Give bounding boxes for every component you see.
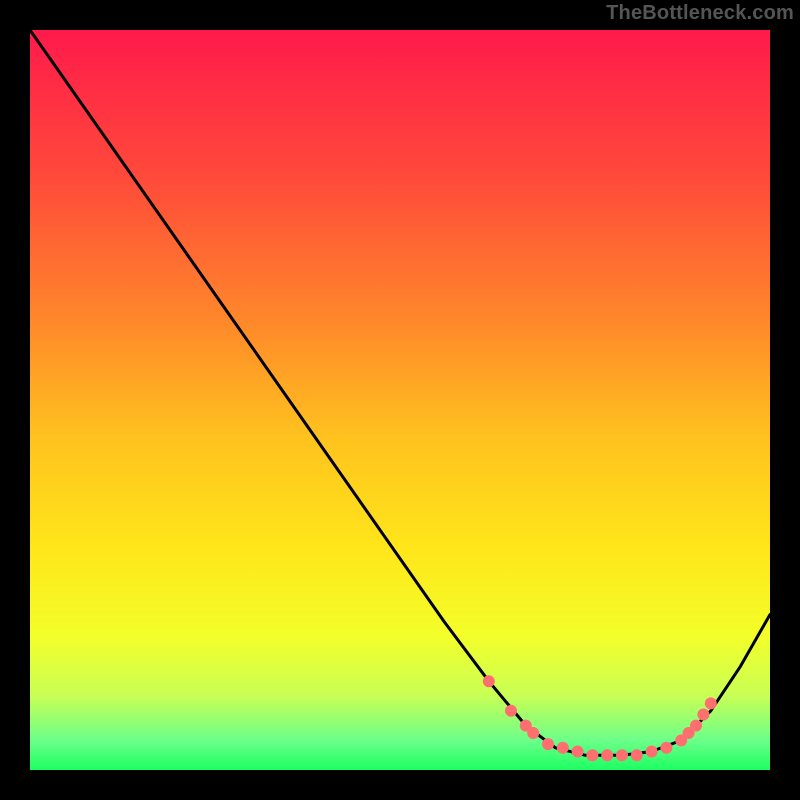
gradient-background — [30, 30, 770, 770]
data-marker — [601, 749, 613, 761]
data-marker — [697, 709, 709, 721]
chart-frame: TheBottleneck.com — [0, 0, 800, 800]
watermark-label: TheBottleneck.com — [606, 2, 794, 25]
data-marker — [646, 746, 658, 758]
data-marker — [660, 742, 672, 754]
data-marker — [572, 746, 584, 758]
data-marker — [631, 749, 643, 761]
data-marker — [505, 705, 517, 717]
data-marker — [483, 675, 495, 687]
data-marker — [557, 742, 569, 754]
data-marker — [616, 749, 628, 761]
chart-svg — [30, 30, 770, 770]
data-marker — [527, 727, 539, 739]
plot-area — [30, 30, 770, 770]
data-marker — [586, 749, 598, 761]
data-marker — [705, 697, 717, 709]
data-marker — [690, 720, 702, 732]
data-marker — [542, 738, 554, 750]
